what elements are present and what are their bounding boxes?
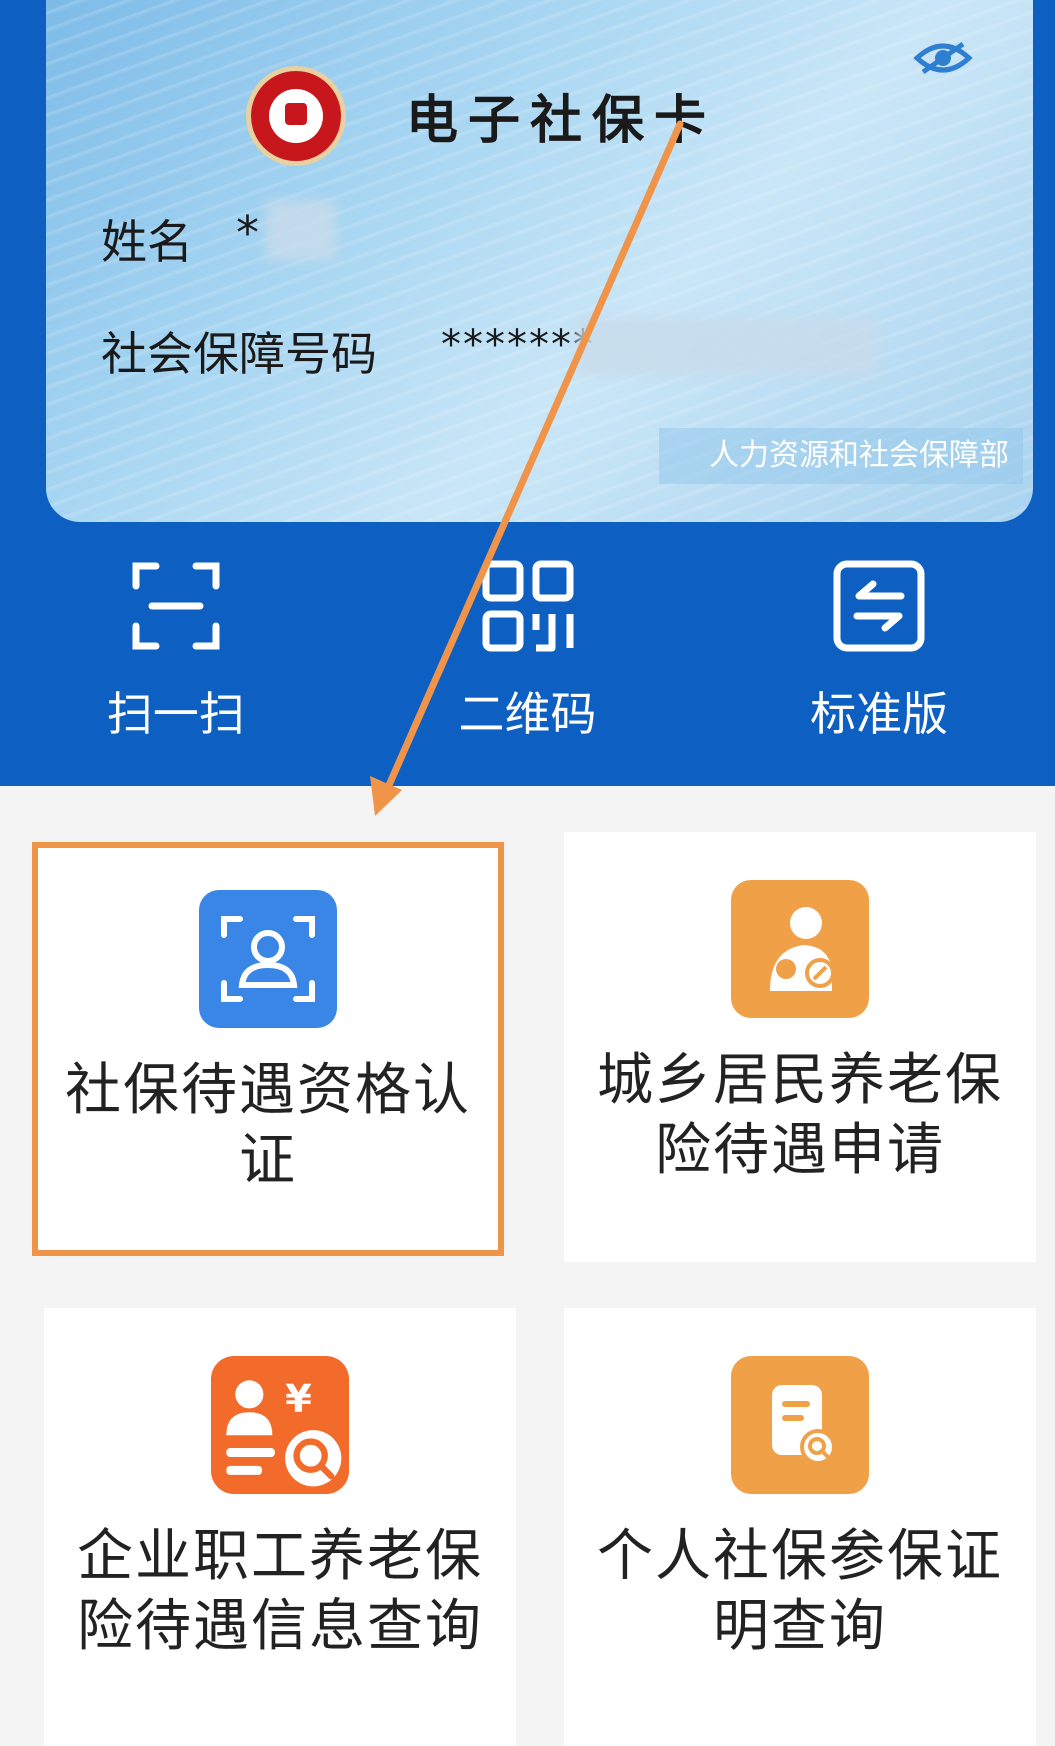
scan-icon (132, 562, 220, 650)
elderly-pension-icon (770, 907, 835, 991)
service-icon-bg: ¥ (211, 1356, 349, 1494)
service-label: 社保待遇资格认证 (65, 1058, 471, 1193)
switch-version-icon (833, 560, 925, 652)
service-label: 城乡居民养老保险待遇申请 (597, 1048, 1003, 1183)
ssn-label: 社会保障号码 (101, 327, 377, 381)
social-security-card[interactable]: 电子社保卡 姓名 * 社会保障号码 ******* 人力资源和社会保障部 (46, 0, 1033, 522)
standard-version-button[interactable]: 标准版 (703, 540, 1055, 760)
service-icon-bg (199, 890, 337, 1028)
service-icon-bg (731, 1356, 869, 1494)
service-tile-qualification-certification[interactable]: 社保待遇资格认证 (32, 842, 504, 1256)
scan-label: 扫一扫 (106, 687, 245, 741)
face-recognition-icon (221, 916, 315, 1002)
certificate-query-icon (772, 1385, 836, 1465)
card-title: 电子社保卡 (406, 90, 717, 151)
eye-toggle-icon[interactable] (913, 38, 973, 78)
service-label: 个人社保参保证明查询 (597, 1524, 1003, 1659)
standard-version-label: 标准版 (810, 687, 949, 741)
ssn-value: ******* (441, 322, 595, 368)
service-label: 企业职工养老保险待遇信息查询 (77, 1524, 483, 1659)
service-icon-bg (731, 880, 869, 1018)
employee-pension-query-icon: ¥ (211, 1356, 349, 1494)
service-tile-insurance-certificate-query[interactable]: 个人社保参保证明查询 (564, 1308, 1036, 1746)
qr-code-label: 二维码 (458, 687, 597, 741)
name-label: 姓名 (101, 215, 193, 269)
seal-logo (246, 66, 346, 166)
ssn-redaction (576, 318, 876, 376)
scan-button[interactable]: 扫一扫 (0, 540, 352, 760)
service-tile-resident-pension-application[interactable]: 城乡居民养老保险待遇申请 (564, 832, 1036, 1262)
issuer-label: 人力资源和社会保障部 (659, 428, 1023, 484)
name-redaction (266, 200, 336, 260)
service-tile-employee-pension-query[interactable]: ¥ 企业职工养老保险待遇信息查询 (44, 1308, 516, 1746)
header-area: 电子社保卡 姓名 * 社会保障号码 ******* 人力资源和社会保障部 扫一扫 (0, 0, 1055, 786)
name-value: * (236, 206, 259, 260)
qr-code-button[interactable]: 二维码 (352, 540, 704, 760)
qr-code-icon (482, 560, 573, 652)
svg-text:¥: ¥ (285, 1377, 312, 1422)
quick-actions: 扫一扫 二维码 标准版 (0, 540, 1055, 760)
